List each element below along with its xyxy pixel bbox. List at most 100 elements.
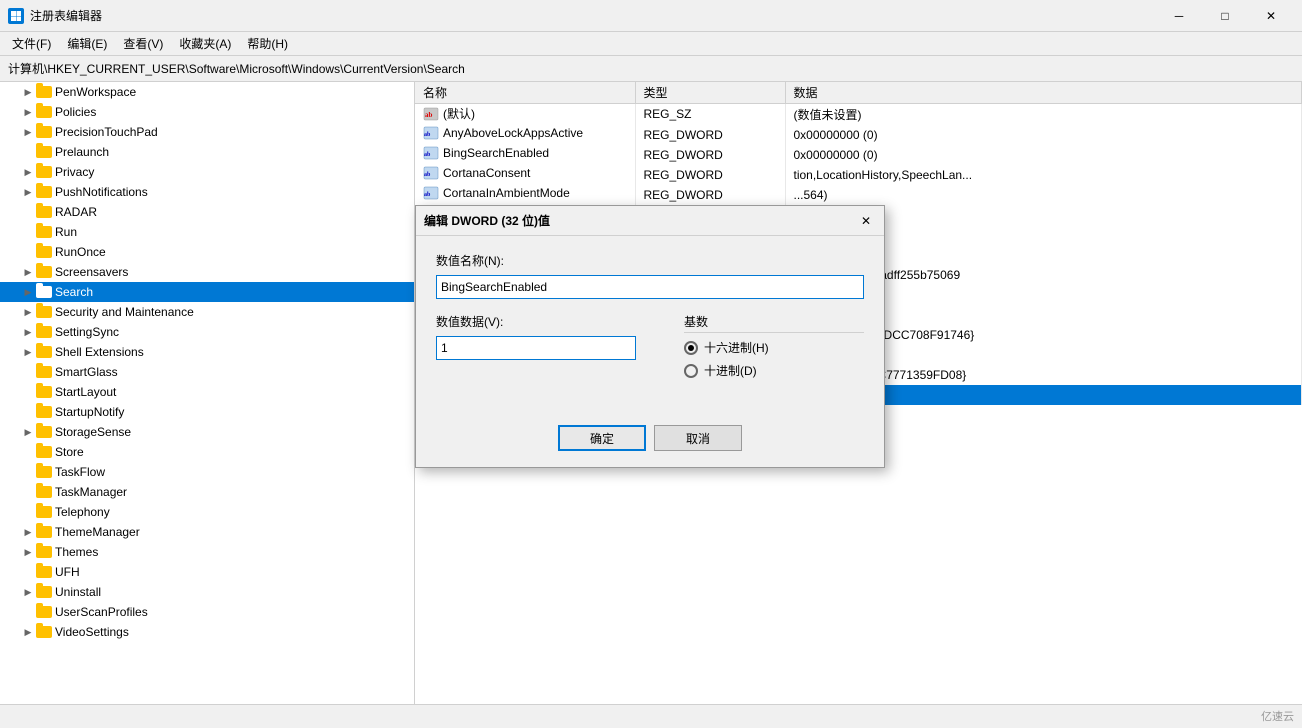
- name-input[interactable]: [436, 275, 864, 299]
- folder-icon: [36, 465, 52, 479]
- col-header-name[interactable]: 名称: [415, 82, 635, 104]
- col-header-type[interactable]: 类型: [635, 82, 785, 104]
- menu-bar: 文件(F) 编辑(E) 查看(V) 收藏夹(A) 帮助(H): [0, 32, 1302, 56]
- expand-icon: ▶: [20, 384, 36, 400]
- tree-item-themes[interactable]: ▶ Themes: [0, 542, 414, 562]
- value-input[interactable]: [436, 336, 636, 360]
- radio-hex-label: 十六进制(H): [704, 339, 769, 356]
- value-label: 数值数据(V):: [436, 313, 668, 330]
- folder-icon: [36, 165, 52, 179]
- tree-item-store[interactable]: ▶ Store: [0, 442, 414, 462]
- tree-item-storagesense[interactable]: ▶ StorageSense: [0, 422, 414, 442]
- tree-item-shell-extensions[interactable]: ▶ Shell Extensions: [0, 342, 414, 362]
- modal-body: 数值名称(N): 数值数据(V): 基数 十六进制(H) 十进制(D): [416, 236, 884, 417]
- expand-icon: ▶: [20, 224, 36, 240]
- row-name: ab BingSearchEnabled: [415, 145, 635, 165]
- svg-text:ab: ab: [424, 152, 431, 158]
- folder-icon: [36, 265, 52, 279]
- value-section: 数值数据(V):: [436, 313, 668, 385]
- folder-icon: [36, 345, 52, 359]
- radio-hex-circle: [684, 341, 698, 355]
- col-header-data[interactable]: 数据: [785, 82, 1302, 104]
- tree-item-runonce[interactable]: ▶ RunOnce: [0, 242, 414, 262]
- menu-edit[interactable]: 编辑(E): [59, 33, 115, 55]
- expand-icon: ▶: [20, 564, 36, 580]
- tree-item-run[interactable]: ▶ Run: [0, 222, 414, 242]
- modal-title: 编辑 DWORD (32 位)值: [424, 212, 856, 229]
- tree-item-telephony[interactable]: ▶ Telephony: [0, 502, 414, 522]
- expand-icon: ▶: [20, 404, 36, 420]
- tree-item-smartglass[interactable]: ▶ SmartGlass: [0, 362, 414, 382]
- row-data: 0x00000000 (0): [785, 145, 1302, 165]
- expand-icon: ▶: [20, 184, 36, 200]
- maximize-button[interactable]: □: [1202, 0, 1248, 32]
- table-row[interactable]: ab BingSearchEnabled REG_DWORD 0x0000000…: [415, 145, 1302, 165]
- expand-icon: ▶: [20, 484, 36, 500]
- expand-icon: ▶: [20, 164, 36, 180]
- folder-icon: [36, 325, 52, 339]
- table-row[interactable]: ab AnyAboveLockAppsActive REG_DWORD 0x00…: [415, 125, 1302, 145]
- tree-item-taskflow[interactable]: ▶ TaskFlow: [0, 462, 414, 482]
- expand-icon: ▶: [20, 324, 36, 340]
- tree-item-userscanprofiles[interactable]: ▶ UserScanProfiles: [0, 602, 414, 622]
- modal-close-button[interactable]: ✕: [856, 211, 876, 231]
- expand-icon: ▶: [20, 204, 36, 220]
- minimize-button[interactable]: ─: [1156, 0, 1202, 32]
- expand-icon: ▶: [20, 524, 36, 540]
- expand-icon: ▶: [20, 444, 36, 460]
- tree-item-uninstall[interactable]: ▶ Uninstall: [0, 582, 414, 602]
- folder-icon: [36, 485, 52, 499]
- base-section: 基数 十六进制(H) 十进制(D): [684, 313, 864, 385]
- tree-item-ufh[interactable]: ▶ UFH: [0, 562, 414, 582]
- tree-item-settingsync[interactable]: ▶ SettingSync: [0, 322, 414, 342]
- expand-icon: ▶: [20, 604, 36, 620]
- svg-text:ab: ab: [424, 132, 431, 138]
- tree-item-taskmanager[interactable]: ▶ TaskManager: [0, 482, 414, 502]
- radio-hex[interactable]: 十六进制(H): [684, 339, 864, 356]
- folder-icon: [36, 285, 52, 299]
- row-name: ab (默认): [415, 104, 635, 125]
- folder-icon: [36, 625, 52, 639]
- tree-item-videosettings[interactable]: ▶ VideoSettings: [0, 622, 414, 642]
- tree-item-security-maintenance[interactable]: ▶ Security and Maintenance: [0, 302, 414, 322]
- tree-item-search[interactable]: ▶ Search: [0, 282, 414, 302]
- tree-item-prelaunch[interactable]: ▶ Prelaunch: [0, 142, 414, 162]
- tree-item-pushnotifications[interactable]: ▶ PushNotifications: [0, 182, 414, 202]
- expand-icon: ▶: [20, 304, 36, 320]
- ok-button[interactable]: 确定: [558, 425, 646, 451]
- tree-item-startlayout[interactable]: ▶ StartLayout: [0, 382, 414, 402]
- row-name: ab CortanaConsent: [415, 165, 635, 185]
- folder-icon: [36, 445, 52, 459]
- tree-item-radar[interactable]: ▶ RADAR: [0, 202, 414, 222]
- modal-title-bar: 编辑 DWORD (32 位)值 ✕: [416, 206, 884, 236]
- tree-item-startupnotify[interactable]: ▶ StartupNotify: [0, 402, 414, 422]
- tree-item-thememanager[interactable]: ▶ ThemeManager: [0, 522, 414, 542]
- row-data: tion,LocationHistory,SpeechLan...: [785, 165, 1302, 185]
- tree-panel[interactable]: ▶ PenWorkspace ▶ Policies ▶ PrecisionTou…: [0, 82, 415, 704]
- tree-item-precisiontouchpad[interactable]: ▶ PrecisionTouchPad: [0, 122, 414, 142]
- close-button[interactable]: ✕: [1248, 0, 1294, 32]
- cancel-button[interactable]: 取消: [654, 425, 742, 451]
- expand-icon: ▶: [20, 264, 36, 280]
- tree-item-privacy[interactable]: ▶ Privacy: [0, 162, 414, 182]
- tree-item-policies[interactable]: ▶ Policies: [0, 102, 414, 122]
- modal-row: 数值数据(V): 基数 十六进制(H) 十进制(D): [436, 313, 864, 385]
- svg-text:ab: ab: [425, 111, 433, 119]
- menu-file[interactable]: 文件(F): [4, 33, 59, 55]
- tree-item-screensavers[interactable]: ▶ Screensavers: [0, 262, 414, 282]
- svg-text:ab: ab: [424, 192, 431, 198]
- expand-icon: ▶: [20, 624, 36, 640]
- menu-view[interactable]: 查看(V): [115, 33, 171, 55]
- name-label: 数值名称(N):: [436, 252, 864, 269]
- radio-decimal[interactable]: 十进制(D): [684, 362, 864, 379]
- row-name: ab AnyAboveLockAppsActive: [415, 125, 635, 145]
- table-row[interactable]: ab (默认) REG_SZ (数值未设置): [415, 104, 1302, 125]
- table-row[interactable]: ab CortanaConsent REG_DWORD tion,Locatio…: [415, 165, 1302, 185]
- expand-icon: ▶: [20, 544, 36, 560]
- folder-icon: [36, 605, 52, 619]
- menu-favorites[interactable]: 收藏夹(A): [171, 33, 239, 55]
- tree-item-penworkspace[interactable]: ▶ PenWorkspace: [0, 82, 414, 102]
- table-row[interactable]: ab CortanaInAmbientMode REG_DWORD ...564…: [415, 185, 1302, 205]
- folder-icon: [36, 545, 52, 559]
- menu-help[interactable]: 帮助(H): [239, 33, 296, 55]
